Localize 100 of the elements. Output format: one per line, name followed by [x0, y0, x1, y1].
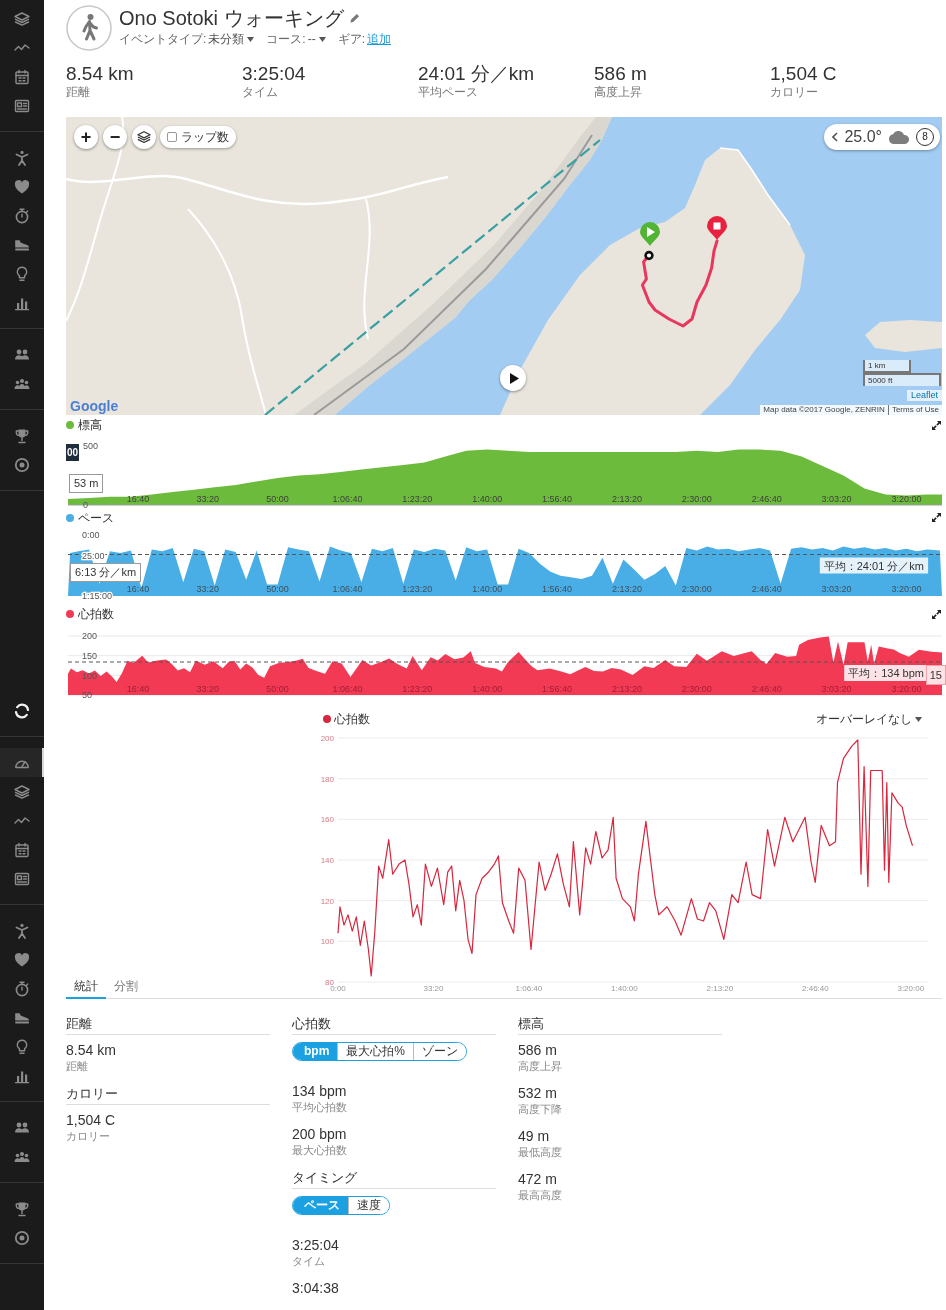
chevron-left-icon[interactable] — [832, 132, 839, 142]
axis-tick-label: 2:13:20 — [611, 494, 642, 504]
section-heading: 心拍数 — [292, 1017, 496, 1035]
stat-label: 高度下降 — [518, 1103, 563, 1116]
axis-tick-label: 2:13:20 — [706, 984, 734, 993]
axis-tick-label: 1:40:00 — [472, 684, 503, 694]
stat-value: 49 m — [518, 1128, 551, 1144]
meta-dropdown[interactable]: 未分類 — [208, 32, 255, 47]
section-heading: カロリー — [66, 1087, 270, 1105]
axis-tick-label: 2:46:40 — [751, 584, 782, 594]
stat-value: 472 m — [518, 1171, 558, 1187]
meta-label: イベントタイプ: — [119, 32, 207, 47]
summary-label: 距離 — [66, 85, 91, 99]
stat-value: 532 m — [518, 1085, 558, 1101]
stat-label: カロリー — [66, 1130, 111, 1143]
stat-label: 最低高度 — [518, 1146, 563, 1159]
toggle-button[interactable]: ゾーン — [413, 1043, 466, 1060]
axis-tick-label: 3:03:20 — [821, 584, 852, 594]
axis-tick-label: 100 — [82, 670, 98, 681]
axis-tick-label: 1:56:40 — [542, 494, 573, 504]
heart-icon — [14, 951, 30, 968]
stat-label: 距離 — [66, 1060, 89, 1073]
axis-tick-label: 1:40:00 — [472, 494, 503, 504]
newspaper-icon — [14, 97, 30, 114]
sidebar-link[interactable] — [0, 748, 44, 777]
overlay-dropdown[interactable]: オーバーレイなし — [816, 710, 922, 728]
stat-value: 3:25:04 — [292, 1237, 340, 1253]
end-marker-icon[interactable] — [707, 216, 727, 240]
axis-tick-label: 50:00 — [266, 584, 289, 594]
stat-label: タイム — [292, 1255, 326, 1268]
start-marker-icon[interactable] — [640, 222, 660, 246]
axis-tick-label: 140 — [320, 855, 334, 865]
axis-tick-label: 33:20 — [196, 584, 219, 594]
axis-tick-label: 1:06:40 — [332, 494, 363, 504]
stat-value: 134 bpm — [292, 1083, 348, 1099]
tab[interactable]: 分割 — [106, 979, 146, 999]
axis-tick-label: 1:56:40 — [542, 584, 573, 594]
axis-tick-label: 33:20 — [196, 494, 219, 504]
meta-label: ギア: — [337, 32, 366, 47]
meta-dropdown[interactable]: -- — [307, 32, 326, 47]
meta-label: コース: — [266, 32, 306, 47]
hover-tooltip: 6:13 分／km — [70, 563, 142, 582]
stopwatch-icon — [14, 207, 30, 224]
summary-label: 高度上昇 — [594, 85, 643, 99]
route-start-point-icon — [644, 250, 654, 261]
summary-value: 8.54 km — [66, 62, 135, 85]
layers-icon — [137, 130, 151, 144]
target-icon — [14, 1229, 30, 1246]
axis-tick-label: 1:06:40 — [332, 584, 363, 594]
terms-link[interactable]: Terms of Use — [887, 405, 939, 415]
axis-tick-label: 2:46:40 — [751, 684, 782, 694]
walking-person-icon — [66, 5, 112, 51]
axis-tick-label: 2:30:00 — [681, 684, 712, 694]
caret-icon — [915, 716, 922, 722]
axis-tick-label: 1:40:00 — [472, 584, 503, 594]
chart-title: 標高 — [78, 418, 102, 432]
axis-tick-label: 0 — [83, 500, 88, 511]
axis-tick-label: 3:20:00 — [891, 494, 922, 504]
checkbox[interactable] — [167, 132, 177, 142]
axis-tick-label: 2:30:00 — [681, 494, 712, 504]
axis-tick-label: 1:23:20 — [402, 684, 433, 694]
axis-tick-label: 500 — [83, 441, 99, 452]
expand-icon[interactable] — [932, 609, 941, 619]
layers-icon — [14, 783, 30, 800]
chart-title: 心拍数 — [78, 607, 114, 621]
hover-tooltip: 53 m — [69, 474, 104, 493]
axis-tick-label: 1:06:40 — [332, 684, 363, 694]
stat-value: 586 m — [518, 1042, 558, 1058]
axis-tick-label: 0:00 — [330, 984, 346, 993]
axis-tick-label: 200 — [82, 631, 98, 642]
summary-value: 24:01 分／km — [418, 62, 536, 85]
pencil-icon[interactable] — [349, 13, 360, 23]
expand-icon[interactable] — [932, 513, 941, 522]
hover-tooltip: 15 — [925, 665, 946, 685]
stat-value: 1,504 C — [66, 1112, 117, 1128]
legend-label: 心拍数 — [334, 711, 370, 728]
expand-icon[interactable] — [932, 420, 941, 430]
loading-spinner-icon — [14, 702, 30, 719]
scale-bar: 5000 ft — [863, 373, 941, 386]
toggle-button[interactable]: 速度 — [348, 1197, 389, 1214]
cloud-icon — [888, 130, 910, 144]
axis-tick-label: 3:20:00 — [891, 684, 922, 694]
person-icon — [14, 149, 30, 166]
axis-tick-label: 160 — [320, 815, 334, 825]
tab[interactable]: 統計 — [66, 979, 106, 999]
scale-bar: 1 km — [863, 360, 911, 373]
summary-value: 3:25:04 — [242, 62, 307, 85]
laps-toggle[interactable]: ラップ数 — [160, 126, 236, 148]
axis-tick-label: 16:40 — [126, 494, 150, 504]
axis-tick-label: 120 — [320, 896, 334, 906]
summary-value: 586 m — [594, 62, 648, 85]
lightbulb-icon — [14, 1038, 30, 1055]
axis-tick-label: 0:00 — [82, 530, 100, 541]
axis-tick-label: 80 — [325, 977, 334, 987]
heart-icon — [14, 178, 30, 195]
stat-label: 高度上昇 — [518, 1060, 563, 1073]
leaflet-link[interactable]: Leaflet — [906, 390, 942, 401]
target-icon — [14, 456, 30, 473]
axis-tick-label: 2:46:40 — [802, 984, 829, 993]
axis-tick-label: 1:06:40 — [515, 984, 543, 993]
